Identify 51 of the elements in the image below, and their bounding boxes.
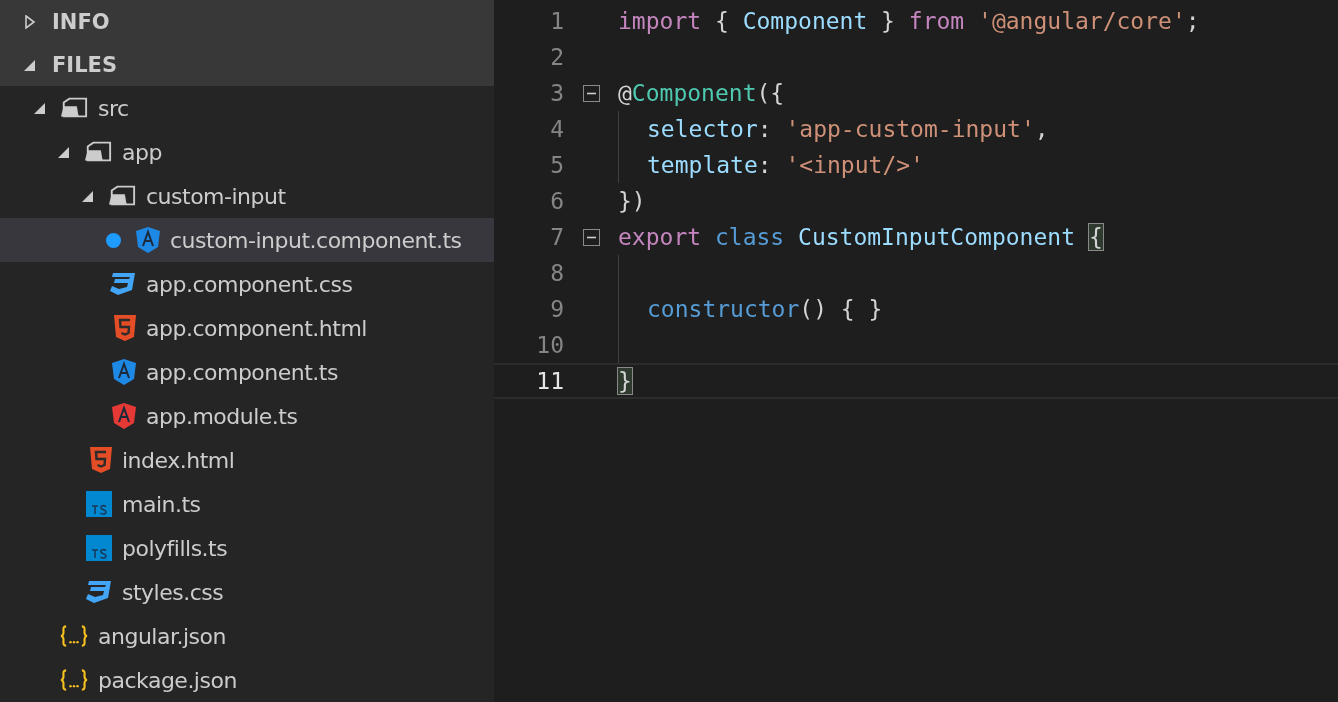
expanded-triangle-icon — [34, 102, 46, 114]
code-line: }) — [618, 188, 646, 214]
file-item[interactable]: custom-input.component.ts — [0, 218, 494, 262]
file-item[interactable]: styles.css — [0, 570, 494, 614]
folder-icon — [84, 141, 112, 163]
collapse-icon[interactable] — [582, 228, 600, 246]
html-icon — [90, 447, 112, 473]
line-number: 11 — [535, 368, 564, 394]
collapse-icon[interactable] — [582, 84, 600, 102]
line-number: 5 — [549, 152, 564, 178]
line-number: 1 — [549, 8, 564, 34]
file-item[interactable]: app.module.ts — [0, 394, 494, 438]
expanded-triangle-icon — [58, 146, 70, 158]
file-item[interactable]: app.component.ts — [0, 350, 494, 394]
code-line: import { Component } from '@angular/core'; — [618, 8, 1200, 34]
line-number: 10 — [535, 332, 564, 358]
section-header[interactable]: INFO — [0, 0, 494, 43]
file-item[interactable]: index.html — [0, 438, 494, 482]
css-icon — [110, 272, 136, 296]
html-icon — [114, 315, 136, 341]
folder-icon — [108, 185, 136, 207]
line-number: 9 — [549, 296, 564, 322]
file-item[interactable]: main.ts — [0, 482, 494, 526]
code-line: export class CustomInputComponent { — [618, 224, 1103, 250]
code-line: template: '<input/>' — [647, 152, 924, 178]
code-line: @Component({ — [618, 80, 785, 106]
braces-icon — [60, 668, 88, 692]
file-item[interactable]: angular.json — [0, 614, 494, 658]
line-number: 8 — [549, 260, 564, 286]
line-number: 6 — [549, 188, 564, 214]
braces-icon — [60, 624, 88, 648]
file-item[interactable]: polyfills.ts — [0, 526, 494, 570]
line-number: 4 — [549, 116, 564, 142]
folder-item[interactable]: src — [0, 86, 494, 130]
folder-item[interactable]: app — [0, 130, 494, 174]
line-number: 3 — [549, 80, 564, 106]
ts-icon — [86, 535, 112, 561]
line-number: 7 — [549, 224, 564, 250]
folder-item[interactable]: custom-input — [0, 174, 494, 218]
css-icon — [86, 580, 112, 604]
line-number: 2 — [549, 44, 564, 70]
code-line: selector: 'app-custom-input', — [647, 116, 1049, 142]
ts-icon — [86, 491, 112, 517]
section-header[interactable]: FILES — [0, 43, 494, 86]
expanded-triangle-icon — [82, 190, 94, 202]
folder-icon — [60, 97, 88, 119]
code-line: constructor() { } — [647, 296, 883, 322]
file-item[interactable]: package.json — [0, 658, 494, 702]
file-item[interactable]: app.component.html — [0, 306, 494, 350]
collapsed-triangle-icon — [24, 14, 36, 29]
file-item[interactable]: app.component.css — [0, 262, 494, 306]
